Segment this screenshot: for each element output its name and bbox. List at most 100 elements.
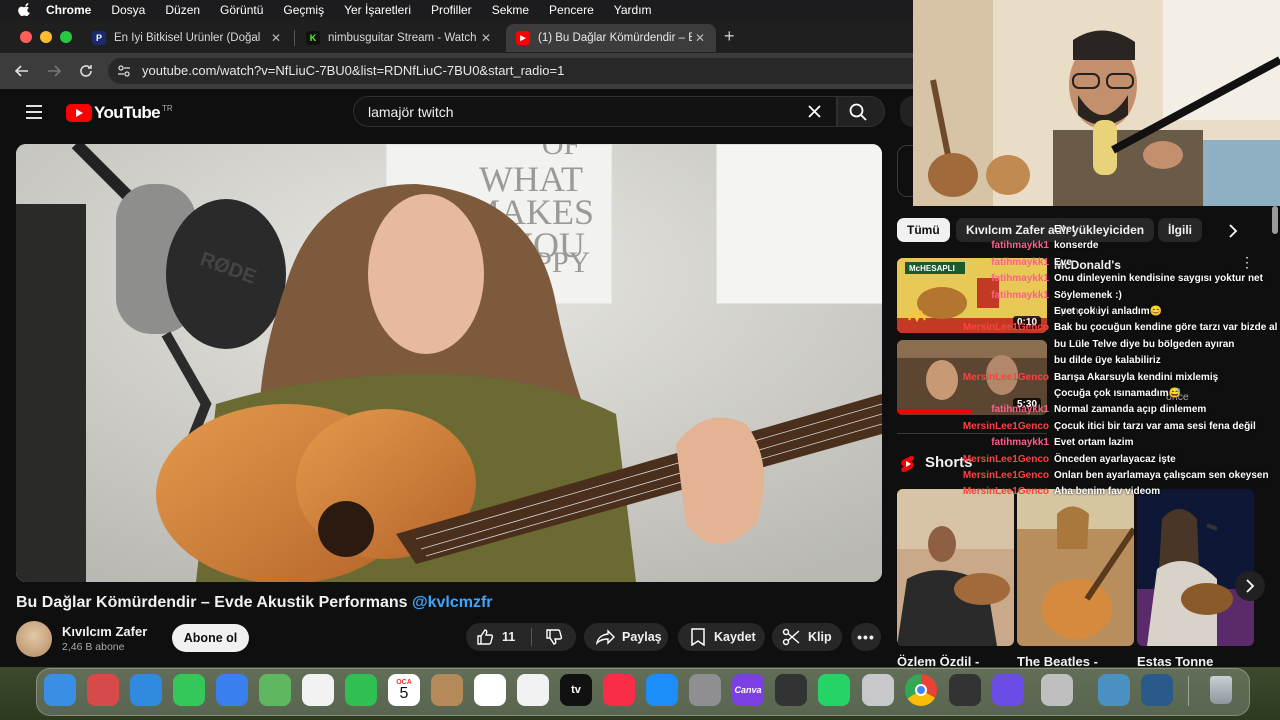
menu-item-profiles[interactable]: Profiller bbox=[431, 3, 472, 17]
subscriber-count: 2,46 B abone bbox=[62, 641, 125, 653]
system-settings-icon[interactable] bbox=[689, 674, 721, 706]
scissors-icon bbox=[782, 628, 800, 646]
clear-search-icon[interactable] bbox=[808, 105, 821, 118]
save-button[interactable]: Kaydet bbox=[678, 623, 765, 651]
menu-item-view[interactable]: Görüntü bbox=[220, 3, 263, 17]
reminders-icon[interactable] bbox=[474, 674, 506, 706]
menu-item-tab[interactable]: Sekme bbox=[492, 3, 529, 17]
chat-username[interactable]: fatihmaykk1 bbox=[991, 240, 1049, 251]
finder-icon[interactable] bbox=[44, 674, 76, 706]
more-actions-button[interactable]: ••• bbox=[851, 623, 881, 651]
chat-username[interactable]: fatihmaykk1 bbox=[991, 290, 1049, 301]
tab-close-icon[interactable]: ✕ bbox=[692, 31, 708, 45]
chat-username[interactable]: MersinLee1Genco bbox=[963, 372, 1049, 383]
tab-favicon-icon: P bbox=[92, 31, 106, 45]
channel-name[interactable]: Kıvılcım Zafer bbox=[62, 624, 147, 639]
close-window-button[interactable] bbox=[20, 31, 32, 43]
quicktime-icon[interactable] bbox=[1141, 674, 1173, 706]
back-icon[interactable] bbox=[14, 63, 30, 79]
chat-username[interactable]: MersinLee1Genco bbox=[963, 421, 1049, 432]
chat-username[interactable]: MersinLee1Genco bbox=[963, 322, 1049, 333]
safari-icon[interactable] bbox=[130, 674, 162, 706]
chip-all[interactable]: Tümü bbox=[897, 218, 950, 242]
short-card[interactable] bbox=[1017, 489, 1134, 646]
menu-item-window[interactable]: Pencere bbox=[549, 3, 594, 17]
video-frame: OF WHAT MAKES YOU HAPPY RØDE bbox=[16, 144, 882, 582]
new-tab-icon[interactable]: + bbox=[724, 26, 735, 47]
hamburger-menu-icon[interactable] bbox=[25, 104, 43, 120]
app-store-icon[interactable] bbox=[646, 674, 678, 706]
chat-username[interactable]: fatihmaykk1 bbox=[991, 257, 1049, 268]
like-dislike-group: 11 bbox=[466, 623, 576, 651]
chat-username[interactable]: MersinLee1Genco bbox=[963, 486, 1049, 497]
trash-icon[interactable] bbox=[1205, 674, 1237, 706]
sidebar-divider bbox=[897, 433, 1047, 434]
chevron-right-icon[interactable] bbox=[1227, 223, 1239, 239]
channel-avatar[interactable] bbox=[16, 621, 52, 657]
chat-username[interactable]: fatihmaykk1 bbox=[991, 273, 1049, 284]
messages-icon[interactable] bbox=[173, 674, 205, 706]
chat-message: Normal zamanda açıp dinlemem bbox=[1054, 404, 1207, 415]
tab-youtube-video[interactable]: ▶ (1) Bu Dağlar Kömürdendir – E ✕ bbox=[506, 24, 716, 52]
menu-item-history[interactable]: Geçmiş bbox=[283, 3, 324, 17]
imovie-icon[interactable] bbox=[992, 674, 1024, 706]
zoom-window-button[interactable] bbox=[60, 31, 72, 43]
tab-title: nimbusguitar Stream - Watch bbox=[328, 32, 477, 44]
menu-item-file[interactable]: Dosya bbox=[111, 3, 145, 17]
tab-close-icon[interactable]: ✕ bbox=[478, 31, 494, 45]
sidebar-scrollbar[interactable] bbox=[1272, 206, 1278, 234]
notes-icon[interactable] bbox=[517, 674, 549, 706]
minimize-window-button[interactable] bbox=[40, 31, 52, 43]
reload-icon[interactable] bbox=[78, 63, 94, 79]
menu-app-name[interactable]: Chrome bbox=[46, 3, 91, 17]
video-title: Bu Dağlar Kömürdendir – Evde Akustik Per… bbox=[16, 594, 493, 612]
short-card[interactable] bbox=[1137, 489, 1254, 646]
youtube-logo[interactable]: YouTube TR bbox=[66, 103, 173, 123]
chat-username[interactable]: fatihmaykk1 bbox=[991, 404, 1049, 415]
menu-item-help[interactable]: Yardım bbox=[614, 3, 652, 17]
video-player[interactable]: OF WHAT MAKES YOU HAPPY RØDE bbox=[16, 144, 882, 582]
shorts-next-button[interactable] bbox=[1235, 571, 1265, 601]
menu-item-bookmarks[interactable]: Yer İşaretleri bbox=[344, 3, 411, 17]
site-info-icon[interactable] bbox=[116, 63, 132, 79]
clip-button[interactable]: Klip bbox=[772, 623, 842, 651]
youtube-favicon-icon: ▶ bbox=[516, 31, 530, 45]
chess-icon[interactable] bbox=[1041, 674, 1073, 706]
launchpad-icon[interactable] bbox=[87, 674, 119, 706]
ad-menu-icon[interactable]: ⋮ bbox=[1240, 255, 1254, 269]
chat-username[interactable]: MersinLee1Genco bbox=[963, 470, 1049, 481]
contacts-icon[interactable] bbox=[431, 674, 463, 706]
photos-icon[interactable] bbox=[302, 674, 334, 706]
subscribe-button[interactable]: Abone ol bbox=[172, 624, 249, 652]
dislike-icon[interactable] bbox=[545, 628, 563, 646]
tab-herbal-products[interactable]: P En İyi Bitkisel Ürünler (Doğal ✕ bbox=[82, 24, 292, 52]
url-text[interactable]: youtube.com/watch?v=NfLiuC-7BU0&list=RDN… bbox=[142, 63, 564, 78]
like-divider bbox=[531, 628, 533, 646]
music-icon[interactable] bbox=[603, 674, 635, 706]
calculator-icon[interactable] bbox=[949, 674, 981, 706]
disk-utility-icon[interactable] bbox=[862, 674, 894, 706]
apple-icon[interactable] bbox=[18, 2, 32, 17]
facetime-icon[interactable] bbox=[345, 674, 377, 706]
chat-username[interactable]: MersinLee1Genco bbox=[963, 454, 1049, 465]
share-button[interactable]: Paylaş bbox=[584, 623, 668, 651]
preview-icon[interactable] bbox=[1098, 674, 1130, 706]
forward-icon[interactable] bbox=[46, 63, 62, 79]
short-card[interactable] bbox=[897, 489, 1014, 646]
maps-icon[interactable] bbox=[259, 674, 291, 706]
mail-icon[interactable] bbox=[216, 674, 248, 706]
tab-kick-stream[interactable]: K nimbusguitar Stream - Watch ✕ bbox=[296, 24, 502, 52]
like-icon[interactable] bbox=[476, 628, 494, 646]
chat-message: Evet bbox=[1054, 224, 1076, 235]
whatsapp-icon[interactable] bbox=[818, 674, 850, 706]
chip-related[interactable]: İlgili bbox=[1158, 218, 1202, 242]
chrome-icon[interactable] bbox=[905, 674, 937, 706]
channel-handle-link[interactable]: @kvlcmzfr bbox=[412, 594, 493, 611]
calendar-icon[interactable]: OCA 5 bbox=[388, 674, 420, 706]
tab-close-icon[interactable]: ✕ bbox=[268, 31, 284, 45]
apple-tv-icon[interactable]: tv bbox=[560, 674, 592, 706]
chat-username[interactable]: fatihmaykk1 bbox=[991, 437, 1049, 448]
canva-icon[interactable]: Canva bbox=[732, 674, 764, 706]
obs-icon[interactable] bbox=[775, 674, 807, 706]
menu-item-edit[interactable]: Düzen bbox=[165, 3, 200, 17]
